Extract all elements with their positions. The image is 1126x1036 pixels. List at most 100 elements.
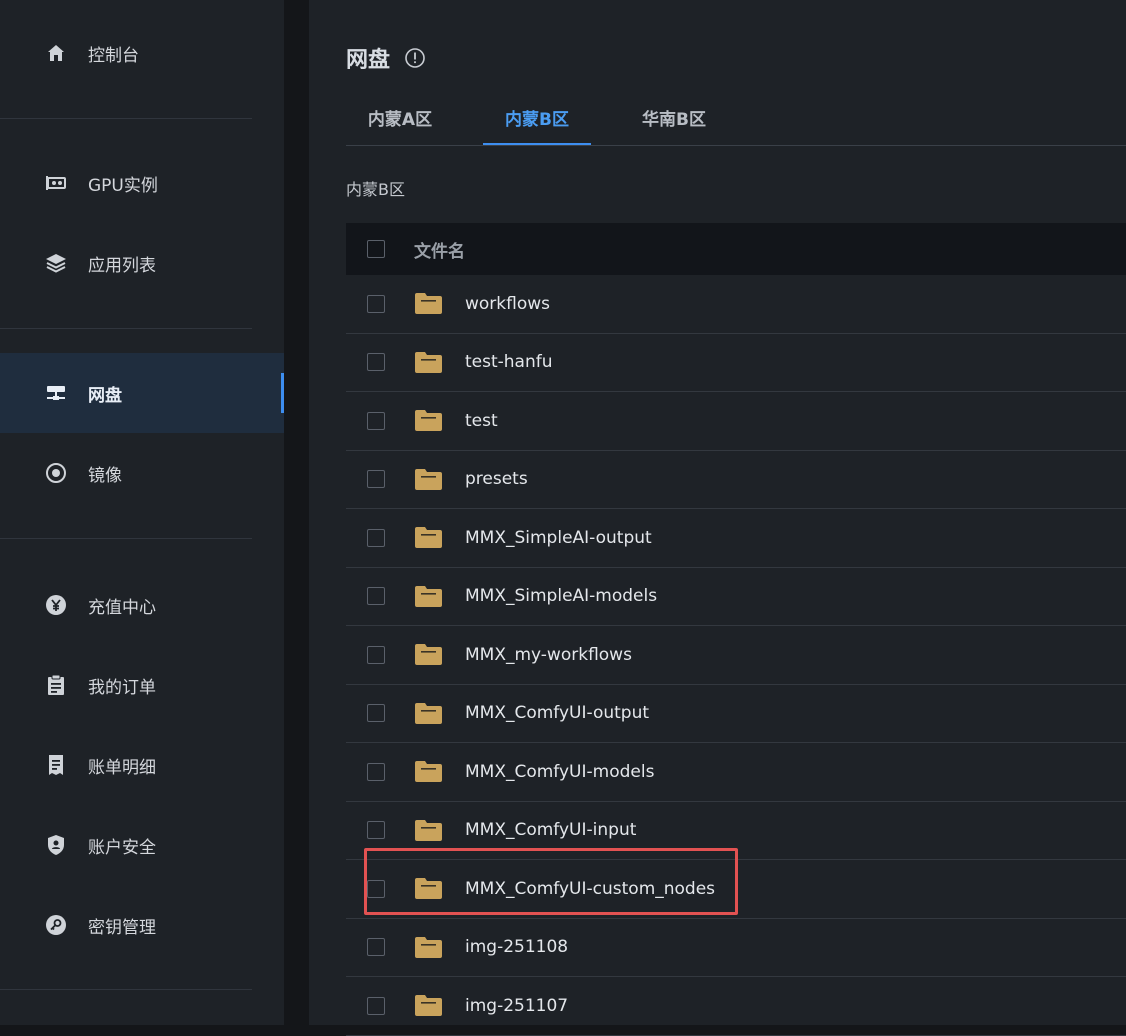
sidebar-item-label: GPU实例 <box>88 175 158 196</box>
sidebar-item-orders[interactable]: 我的订单 <box>0 645 284 725</box>
table-row[interactable]: MMX_SimpleAI-models <box>346 568 1126 626</box>
row-checkbox[interactable] <box>367 704 385 723</box>
sidebar-divider <box>0 328 252 329</box>
sidebar-item-label: 应用列表 <box>88 255 156 276</box>
layers-icon <box>44 251 68 275</box>
file-name[interactable]: test-hanfu <box>465 352 553 372</box>
row-checkbox[interactable] <box>367 470 385 489</box>
table-row[interactable]: MMX_ComfyUI-custom_nodes <box>346 860 1126 919</box>
section-label: 内蒙B区 <box>346 180 405 199</box>
sidebar-item-image[interactable]: 镜像 <box>0 433 284 513</box>
file-name[interactable]: workflows <box>465 294 550 314</box>
table-row[interactable]: img-251108 <box>346 919 1126 977</box>
gpu-card-icon <box>44 171 68 195</box>
sidebar: 控制台 GPU实例 应用列表 网盘 镜像 充值中心 我的订单 账单明细 账户安全… <box>0 0 284 1025</box>
sidebar-item-recharge[interactable]: 充值中心 <box>0 565 284 645</box>
row-checkbox[interactable] <box>367 879 385 898</box>
folder-icon <box>414 585 443 608</box>
sidebar-item-bills[interactable]: 账单明细 <box>0 725 284 805</box>
file-name[interactable]: MMX_SimpleAI-output <box>465 528 652 548</box>
table-row[interactable]: test <box>346 392 1126 451</box>
file-name[interactable]: img-251107 <box>465 996 568 1016</box>
table-row[interactable]: MMX_ComfyUI-output <box>346 685 1126 743</box>
clipboard-icon <box>44 673 68 697</box>
sidebar-item-label: 充值中心 <box>88 597 156 618</box>
sidebar-item-label: 镜像 <box>88 465 122 486</box>
file-name[interactable]: MMX_ComfyUI-custom_nodes <box>465 879 715 899</box>
file-name[interactable]: MMX_ComfyUI-models <box>465 762 654 782</box>
info-icon[interactable] <box>404 47 426 69</box>
network-disk-icon <box>44 381 68 405</box>
tab-region-south-b[interactable]: 华南B区 <box>620 90 728 144</box>
folder-icon <box>414 702 443 725</box>
table-row[interactable]: workflows <box>346 275 1126 334</box>
sidebar-divider <box>0 118 252 119</box>
table-row[interactable]: MMX_my-workflows <box>346 626 1126 685</box>
row-checkbox[interactable] <box>367 821 385 840</box>
sidebar-item-console[interactable]: 控制台 <box>0 13 284 93</box>
row-checkbox[interactable] <box>367 353 385 372</box>
folder-icon <box>414 351 443 374</box>
file-name[interactable]: MMX_ComfyUI-input <box>465 820 636 840</box>
table-row[interactable]: MMX_SimpleAI-output <box>346 509 1126 568</box>
table-header: 文件名 <box>346 223 1126 275</box>
row-checkbox[interactable] <box>367 528 385 547</box>
row-checkbox[interactable] <box>367 587 385 606</box>
folder-icon <box>414 643 443 666</box>
table-row[interactable]: img-251107 <box>346 977 1126 1036</box>
region-tabs: 内蒙A区 内蒙B区 华南B区 <box>346 90 1126 146</box>
row-checkbox[interactable] <box>367 762 385 781</box>
page-title: 网盘 <box>346 48 391 73</box>
file-name[interactable]: img-251108 <box>465 937 568 957</box>
sidebar-item-label: 网盘 <box>88 385 122 406</box>
file-name[interactable]: MMX_my-workflows <box>465 645 632 665</box>
radio-disc-icon <box>44 461 68 485</box>
sidebar-item-gpu[interactable]: GPU实例 <box>0 143 284 223</box>
sidebar-item-netdisk[interactable]: 网盘 <box>0 353 284 433</box>
table-row[interactable]: test-hanfu <box>346 334 1126 392</box>
table-row[interactable]: presets <box>346 451 1126 509</box>
key-icon <box>44 913 68 937</box>
folder-icon <box>414 409 443 432</box>
home-icon <box>44 41 68 65</box>
row-checkbox[interactable] <box>367 645 385 664</box>
folder-icon <box>414 936 443 959</box>
column-header-filename: 文件名 <box>414 241 465 262</box>
folder-icon <box>414 760 443 783</box>
file-name[interactable]: MMX_ComfyUI-output <box>465 703 649 723</box>
shield-user-icon <box>44 833 68 857</box>
sidebar-divider <box>0 989 252 990</box>
sidebar-item-label: 密钥管理 <box>88 917 156 938</box>
tab-region-b[interactable]: 内蒙B区 <box>483 90 591 145</box>
sidebar-item-security[interactable]: 账户安全 <box>0 805 284 885</box>
row-checkbox[interactable] <box>367 996 385 1015</box>
sidebar-divider <box>0 538 252 539</box>
sidebar-item-label: 我的订单 <box>88 677 156 698</box>
folder-icon <box>414 468 443 491</box>
folder-icon <box>414 819 443 842</box>
sidebar-item-label: 控制台 <box>88 45 139 66</box>
file-name[interactable]: MMX_SimpleAI-models <box>465 586 657 606</box>
folder-icon <box>414 877 443 900</box>
folder-icon <box>414 526 443 549</box>
row-checkbox[interactable] <box>367 411 385 430</box>
sidebar-item-label: 账户安全 <box>88 837 156 858</box>
folder-icon <box>414 994 443 1017</box>
sidebar-item-apps[interactable]: 应用列表 <box>0 223 284 303</box>
file-name[interactable]: presets <box>465 469 528 489</box>
table-row[interactable]: MMX_ComfyUI-input <box>346 802 1126 860</box>
table-body: workflows test-hanfu test presets MMX_Simple… <box>346 275 1126 1036</box>
receipt-icon <box>44 753 68 777</box>
folder-icon <box>414 292 443 315</box>
row-checkbox[interactable] <box>367 938 385 957</box>
table-row[interactable]: MMX_ComfyUI-models <box>346 743 1126 802</box>
select-all-checkbox[interactable] <box>367 240 385 258</box>
tab-region-a[interactable]: 内蒙A区 <box>346 90 454 144</box>
file-name[interactable]: test <box>465 411 498 431</box>
yen-coin-icon <box>44 593 68 617</box>
sidebar-item-label: 账单明细 <box>88 757 156 778</box>
row-checkbox[interactable] <box>367 294 385 313</box>
sidebar-item-keys[interactable]: 密钥管理 <box>0 885 284 965</box>
page-header: 网盘 <box>346 40 426 76</box>
file-table: 文件名 workflows test-hanfu test presets MMX_Si… <box>346 223 1126 1036</box>
